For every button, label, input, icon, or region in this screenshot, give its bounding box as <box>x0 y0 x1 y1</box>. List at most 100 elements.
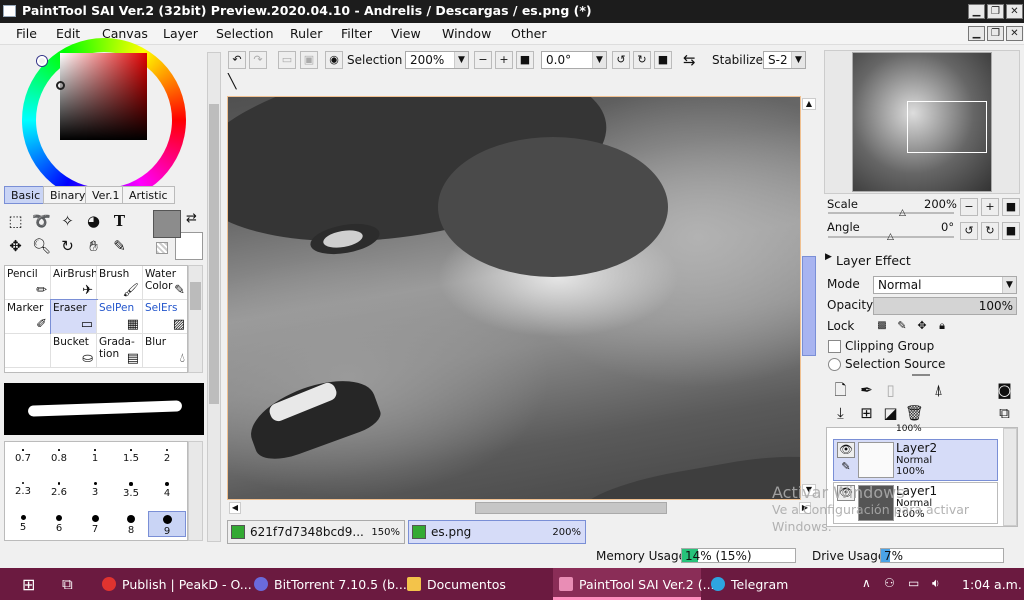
visibility-eye-icon[interactable]: 👁︎ <box>837 442 855 458</box>
menu-filter[interactable]: Filter <box>341 26 372 41</box>
brush-size-2[interactable]: 2 <box>149 446 185 470</box>
layer-settings-icon[interactable]: ◙ <box>994 380 1015 401</box>
hue-cursor[interactable] <box>37 56 47 66</box>
layer-list-scrollbar[interactable] <box>1003 428 1017 526</box>
expand-arrow-icon[interactable]: ▶ <box>825 252 832 262</box>
deselect-icon[interactable]: ▭ <box>278 51 296 69</box>
brush-bucket[interactable]: Bucket ⛀ <box>51 334 97 368</box>
menu-layer[interactable]: Layer <box>163 26 198 41</box>
nav-zoom-reset-icon[interactable]: ■ <box>1002 198 1020 216</box>
restore-button[interactable]: ❐ <box>987 4 1004 19</box>
zoom-in-icon[interactable]: + <box>495 51 513 69</box>
rotate-right-icon[interactable]: ↻ <box>633 51 651 69</box>
brush-size-0-7[interactable]: 0.7 <box>5 446 41 470</box>
scale-slider-handle[interactable]: △ <box>899 208 906 218</box>
nav-rotate-reset-icon[interactable]: ■ <box>1002 222 1020 240</box>
stabilizer-dropdown[interactable]: S-2 ▼ <box>763 51 806 69</box>
brush-brush[interactable]: Brush 🖌︎ <box>97 266 143 300</box>
taskbar-item-telegram[interactable]: Telegram <box>707 568 852 600</box>
brush-size-2-3[interactable]: 2.3 <box>5 479 41 503</box>
opacity-slider[interactable]: 100% <box>873 297 1017 315</box>
clipping-group-checkbox[interactable] <box>828 340 841 353</box>
transfer-down-icon[interactable]: ⤓ <box>830 403 851 424</box>
clear-layer-icon[interactable]: ◪ <box>880 403 901 424</box>
brush-scrollbar-thumb[interactable] <box>190 282 201 310</box>
angle-slider-handle[interactable]: △ <box>887 232 894 242</box>
tray-battery-icon[interactable]: ▭ <box>908 576 919 590</box>
minimize-button[interactable]: ▁ <box>968 4 985 19</box>
menu-other[interactable]: Other <box>511 26 547 41</box>
scroll-left-icon[interactable]: ◀ <box>229 502 241 514</box>
flip-horizontal-icon[interactable]: ⇆ <box>683 51 696 69</box>
brush-size-3-5[interactable]: 3.5 <box>113 479 149 503</box>
blend-mode-dropdown[interactable]: Normal ▼ <box>873 276 1017 294</box>
brush-pencil[interactable]: Pencil ✏ <box>5 266 51 300</box>
start-icon[interactable]: ⊞ <box>22 575 35 594</box>
tray-volume-icon[interactable]: 🔉︎ <box>932 576 940 591</box>
show-selection-icon[interactable]: ◉ <box>325 51 343 69</box>
rotate-reset-icon[interactable]: ■ <box>654 51 672 69</box>
task-view-icon[interactable]: ⧉ <box>62 575 73 593</box>
color-sv-square[interactable] <box>60 53 147 140</box>
brush-size-5[interactable]: 5 <box>5 512 41 536</box>
canvas-vscroll-thumb[interactable] <box>802 256 816 356</box>
menu-file[interactable]: File <box>16 26 37 41</box>
merge-down-icon[interactable]: ⊞ <box>856 403 877 424</box>
brush-marker[interactable]: Marker ✐ <box>5 300 51 334</box>
doc-tab-2[interactable]: es.png 200% <box>408 520 586 544</box>
canvas-hscroll-thumb[interactable] <box>475 502 667 514</box>
doc-close-button[interactable]: ✕ <box>1006 26 1023 41</box>
magic-wand-icon[interactable]: ✧ <box>57 211 78 232</box>
lock-transparency-icon[interactable]: ▩ <box>874 318 890 334</box>
brush-gradation[interactable]: Grada-tion ▤ <box>97 334 143 368</box>
brush-airbrush[interactable]: AirBrush ✈ <box>51 266 97 300</box>
tab-artistic[interactable]: Artistic <box>122 186 175 204</box>
swap-colors-icon[interactable]: ⇄ <box>186 211 197 226</box>
layer-effect-label[interactable]: Layer Effect <box>836 253 911 268</box>
taskbar-item-bittorrent[interactable]: BitTorrent 7.10.5 (b... <box>250 568 407 600</box>
size-scrollbar[interactable] <box>188 441 203 541</box>
transparent-color-icon[interactable] <box>156 242 168 254</box>
brush-size-9[interactable]: 9 <box>148 511 186 537</box>
lock-move-icon[interactable]: ✥ <box>914 318 930 334</box>
brush-selpen[interactable]: SelPen ▦ <box>97 300 143 334</box>
taskbar-item-painttool-sai[interactable]: PaintTool SAI Ver.2 (... <box>553 568 715 600</box>
brush-size-8[interactable]: 8 <box>113 512 149 536</box>
zoom-reset-icon[interactable]: ■ <box>516 51 534 69</box>
brush-blur[interactable]: Blur 💧︎ <box>143 334 187 368</box>
nav-rotate-left-icon[interactable]: ↺ <box>960 222 978 240</box>
menu-view[interactable]: View <box>391 26 421 41</box>
lock-all-icon[interactable]: 🔒︎ <box>934 318 950 334</box>
rotate-icon[interactable]: ↻ <box>57 236 78 257</box>
brush-selers[interactable]: SelErs ▨ <box>143 300 187 334</box>
brush-size-1[interactable]: 1 <box>77 446 113 470</box>
canvas-horizontal-scrollbar[interactable]: ◀ ▶ <box>227 500 817 516</box>
rect-select-icon[interactable]: ⬚ <box>5 211 26 232</box>
canvas-area[interactable] <box>227 96 801 500</box>
nav-zoom-out-icon[interactable]: − <box>960 198 978 216</box>
color-cursor[interactable] <box>56 81 65 90</box>
navigator-viewport[interactable] <box>907 101 987 153</box>
foreground-color-swatch[interactable] <box>153 210 181 238</box>
selection-source-checkbox[interactable] <box>828 358 841 371</box>
shape-icon[interactable]: ◕ <box>83 211 104 232</box>
clock[interactable]: 1:04 a.m. <box>962 577 1022 592</box>
new-folder-icon[interactable]: ▯ <box>880 380 901 401</box>
doc-restore-button[interactable]: ❐ <box>987 26 1004 41</box>
zoom-dropdown[interactable]: 200% ▼ <box>405 51 469 69</box>
brush-size-3[interactable]: 3 <box>77 479 113 503</box>
brush-eraser[interactable]: Eraser ▭ <box>50 299 98 335</box>
tab-ver1[interactable]: Ver.1 <box>85 186 127 204</box>
nav-rotate-right-icon[interactable]: ↻ <box>981 222 999 240</box>
undo-icon[interactable]: ↶ <box>228 51 246 69</box>
move-icon[interactable]: ✥ <box>5 236 26 257</box>
doc-minimize-button[interactable]: ▁ <box>968 26 985 41</box>
line-tool-icon[interactable]: ╲ <box>228 74 236 90</box>
hand-icon[interactable]: ✋︎ <box>83 236 104 257</box>
angle-dropdown[interactable]: 0.0° ▼ <box>541 51 607 69</box>
tray-network-icon[interactable]: ⚇ <box>884 576 895 590</box>
brush-size-0-8[interactable]: 0.8 <box>41 446 77 470</box>
close-button[interactable]: ✕ <box>1006 4 1023 19</box>
layer-mask-icon[interactable]: ⍋ <box>928 380 949 401</box>
brush-watercolor[interactable]: Water Color ✎ <box>143 266 187 300</box>
